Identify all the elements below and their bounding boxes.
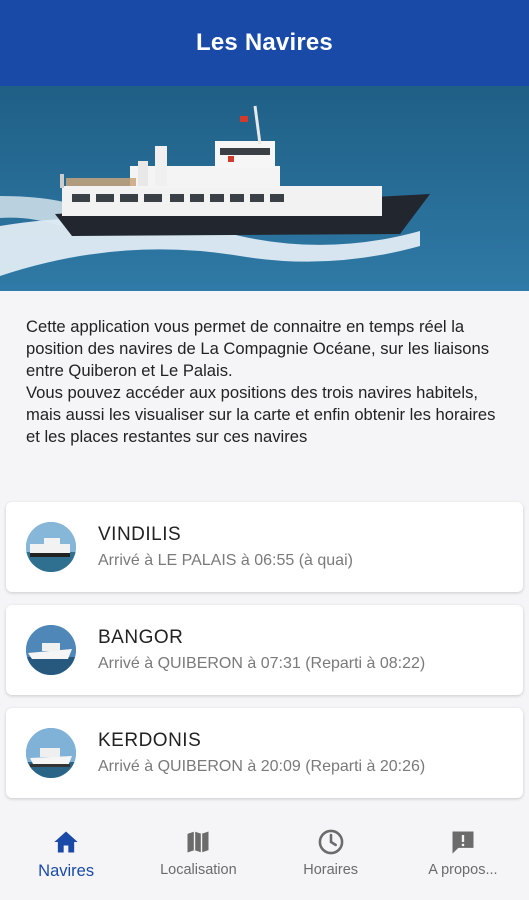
app-header: Les Navires	[0, 0, 529, 86]
ship-status: Arrivé à QUIBERON à 07:31 (Reparti à 08:…	[98, 655, 426, 672]
ship-status: Arrivé à LE PALAIS à 06:55 (à quai)	[98, 552, 353, 569]
ship-card-vindilis[interactable]: VINDILIS Arrivé à LE PALAIS à 06:55 (à q…	[6, 502, 523, 592]
tab-horaires[interactable]: Horaires	[265, 810, 397, 900]
ship-name: VINDILIS	[98, 524, 182, 545]
intro-paragraph-1: Cette application vous permet de connait…	[26, 317, 490, 380]
tab-a-propos[interactable]: A propos...	[397, 810, 529, 900]
ship-card-bangor[interactable]: BANGOR Arrivé à QUIBERON à 07:31 (Repart…	[6, 605, 523, 695]
tab-label: Localisation	[160, 862, 237, 878]
ship-status: Arrivé à QUIBERON à 20:09 (Reparti à 20:…	[98, 758, 426, 775]
tab-navires[interactable]: Navires	[0, 810, 132, 900]
ship-avatar	[26, 625, 76, 675]
ferry-hero-image	[0, 86, 529, 291]
bottom-tab-bar: Navires Localisation Horaires A propos..…	[0, 810, 529, 900]
tab-localisation[interactable]: Localisation	[132, 810, 264, 900]
tab-label: Horaires	[303, 862, 359, 878]
ship-avatar	[26, 522, 76, 572]
tab-label: Navires	[38, 862, 95, 880]
map-icon	[187, 831, 209, 853]
tab-label: A propos...	[428, 862, 498, 878]
message-icon	[452, 831, 474, 854]
page-title: Les Navires	[196, 29, 333, 56]
intro-paragraph-2: Vous pouvez accéder aux positions des tr…	[26, 383, 496, 446]
ship-card-kerdonis[interactable]: KERDONIS Arrivé à QUIBERON à 20:09 (Repa…	[6, 708, 523, 798]
ship-name: BANGOR	[98, 627, 184, 648]
intro-text: Cette application vous permet de connait…	[26, 316, 506, 448]
home-icon	[54, 831, 78, 853]
ship-name: KERDONIS	[98, 730, 202, 751]
ship-avatar	[26, 728, 76, 778]
clock-icon	[318, 829, 343, 855]
